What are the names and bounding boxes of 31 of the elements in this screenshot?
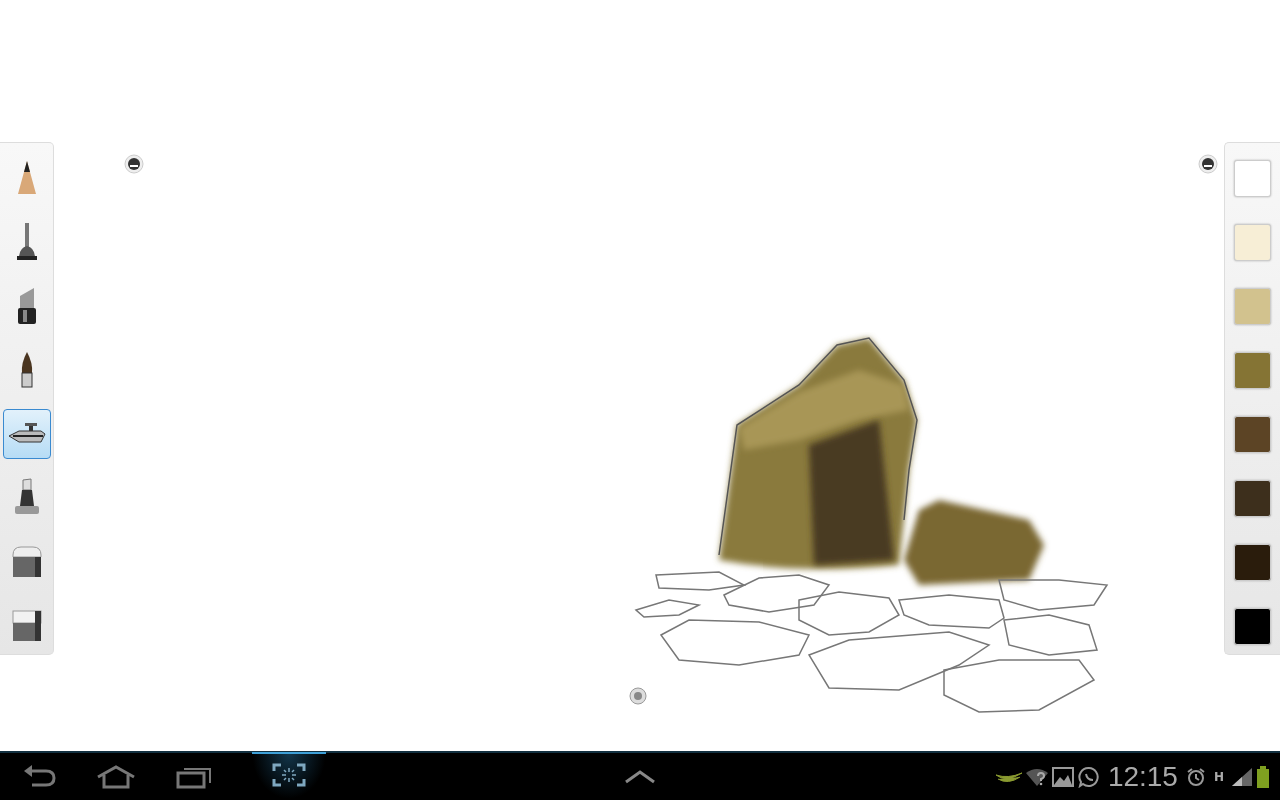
chevron-up-icon[interactable] [624,770,656,784]
handle-icon[interactable] [629,687,647,705]
pencil-icon [16,160,37,196]
network-type: H [1213,769,1224,784]
color-swatch[interactable] [1234,480,1271,517]
wifi-question-icon [1025,767,1048,786]
signal-icon [1232,767,1252,786]
home-icon[interactable] [96,764,136,789]
color-swatch[interactable] [1234,288,1271,325]
color-swatch[interactable] [1234,608,1271,645]
airbrush-icon [6,422,47,446]
color-swatch[interactable] [1234,352,1271,389]
color-swatch[interactable] [1234,544,1271,581]
color-swatch[interactable] [1234,416,1271,453]
tool-button[interactable] [2,409,51,459]
chat-bubble-icon [1077,765,1100,788]
battery-icon [1256,765,1270,788]
handle-icon[interactable] [1198,154,1218,174]
handle-icon[interactable] [124,154,144,174]
swoosh-icon [995,770,1022,783]
color-swatch[interactable] [1234,224,1271,261]
image-icon [1051,766,1074,787]
eraser-icon [10,545,43,579]
screenshot-icon[interactable] [272,763,306,787]
color-swatch[interactable] [1234,160,1271,197]
pen-icon [14,222,39,262]
clock-time: 12:15 [1107,760,1178,793]
back-icon[interactable] [22,764,56,789]
eraser-icon [10,609,43,643]
alarm-clock-icon [1185,766,1206,787]
brush-icon [18,351,35,389]
